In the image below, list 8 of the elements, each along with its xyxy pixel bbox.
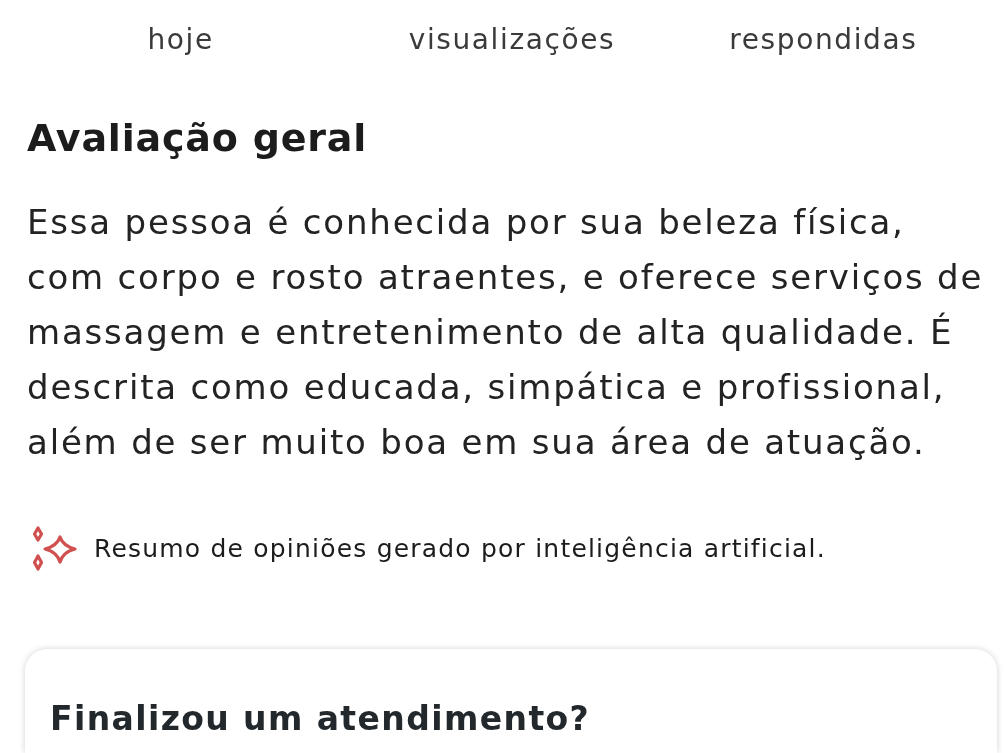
- stat-label: hoje: [147, 22, 214, 58]
- summary-paragraph: Essa pessoa é conhecida por sua beleza física, com corpo e rosto atraentes, e oferece serviços de massagem e entretenimento de alta qualidade. É descrita como educada, simpática e profissional, além de ser muito boa em sua área de atuação.: [27, 201, 985, 464]
- sparkle-icon: [30, 526, 78, 572]
- card-title: Finalizou um atendimento?: [50, 699, 592, 739]
- stat-label: visualizações: [408, 22, 616, 58]
- section-title: Avaliação geral: [27, 115, 369, 161]
- stat-label: respondidas: [729, 22, 918, 58]
- ai-summary-note: Resumo de opiniões gerado por inteligência artificial.: [94, 534, 826, 564]
